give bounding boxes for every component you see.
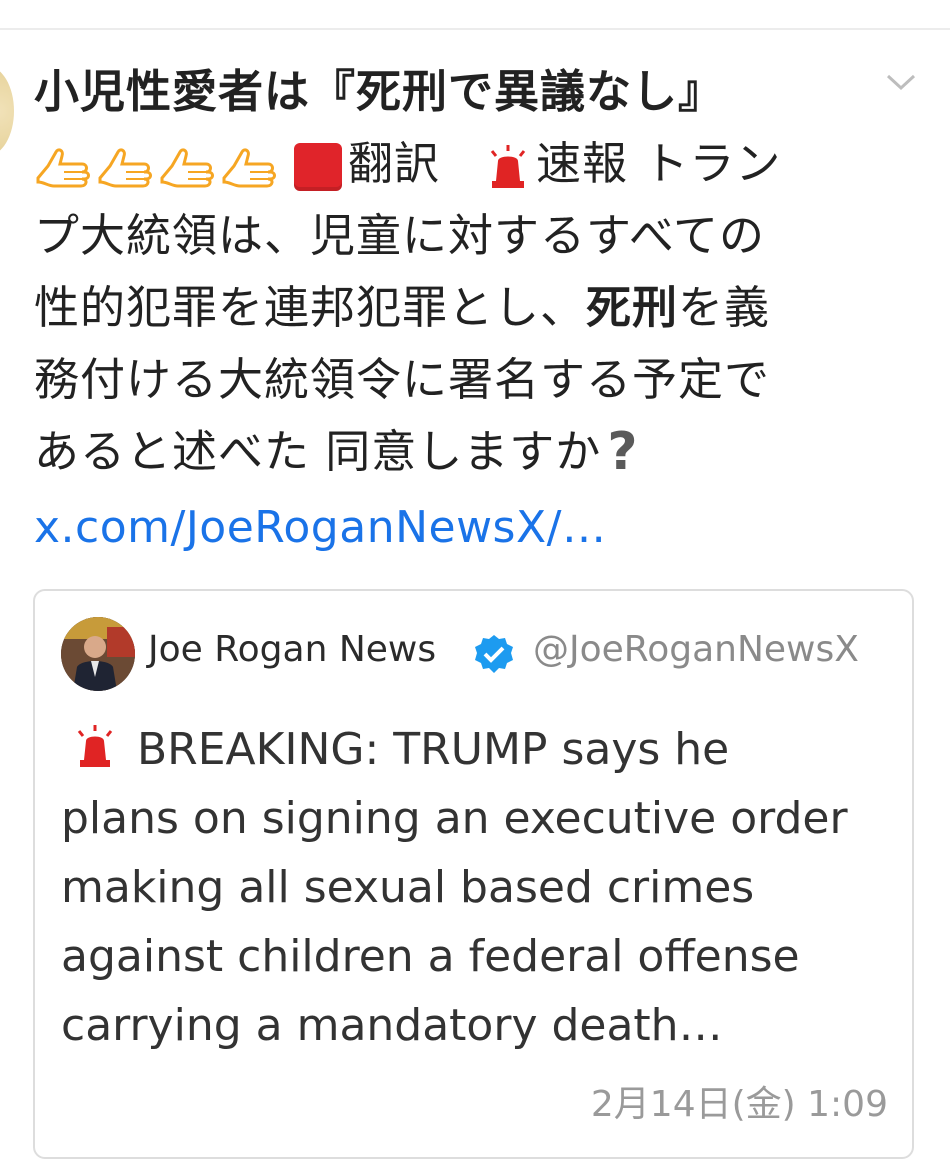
thumbs-up-icon [222,148,276,188]
tweet-line-4-c: を義 [678,281,771,334]
tweet-line-4: 性的犯罪を連邦犯罪とし、死刑を義 [34,272,914,344]
rotating-light-icon [77,725,113,767]
rotating-light-icon [490,145,526,188]
tweet-line-6: あると述べた 同意しますか? [34,416,914,488]
breaking-label: 速報 トラン [536,137,782,190]
quoted-line-1-text: BREAKING: TRUMP says he [137,724,730,775]
quoted-tweet-card[interactable]: Joe Rogan News @JoeRoganNewsX BREAKING: … [33,589,914,1159]
quoted-line-5: carrying a mandatory death… [61,1000,723,1051]
thumbs-up-icon [36,148,90,188]
quoted-avatar[interactable] [61,617,135,691]
quoted-line-4: against children a federal offense [61,931,800,982]
tweet-text: 小児性愛者は『死刑で異議なし』 翻訳 速報 トラン プ大統領は、児童に対するすべ… [34,56,914,488]
tweet-link[interactable]: x.com/JoeRoganNewsX/… [34,502,606,553]
quoted-line-1: BREAKING: TRUMP says he [61,715,901,784]
quoted-author-name[interactable]: Joe Rogan News [148,629,436,670]
tweet-line-4-bold: 死刑 [586,281,679,334]
top-divider [0,28,950,30]
tweet-line-4-a: 性的犯罪を連邦犯罪とし、 [34,281,587,334]
thumbs-group [34,144,278,190]
quoted-tweet-body: BREAKING: TRUMP says he plans on signing… [61,715,901,1060]
translation-label: 翻訳 [348,137,441,190]
tweet-line-6-text: あると述べた 同意しますか [34,425,602,478]
tweet-line-2: 翻訳 速報 トラン [34,128,914,200]
quoted-line-2: plans on signing an executive order [61,793,848,844]
red-square-icon [294,143,342,191]
question-mark-icon: ? [607,422,639,482]
thumbs-up-icon [160,148,214,188]
tweet-line-1: 小児性愛者は『死刑で異議なし』 [34,65,725,118]
thumbs-up-icon [98,148,152,188]
timestamp[interactable]: 2月14日(金) 1:09 [591,1075,888,1127]
tweet-line-5: 務付ける大統領令に署名する予定で [34,353,771,406]
quoted-line-3: making all sexual based crimes [61,862,755,913]
avatar-image [61,617,135,691]
author-avatar[interactable] [0,66,14,156]
tweet-line-3: プ大統領は、児童に対するすべての [34,209,766,262]
verified-badge-icon [475,635,513,673]
quoted-author-handle[interactable]: @JoeRoganNewsX [533,629,859,670]
